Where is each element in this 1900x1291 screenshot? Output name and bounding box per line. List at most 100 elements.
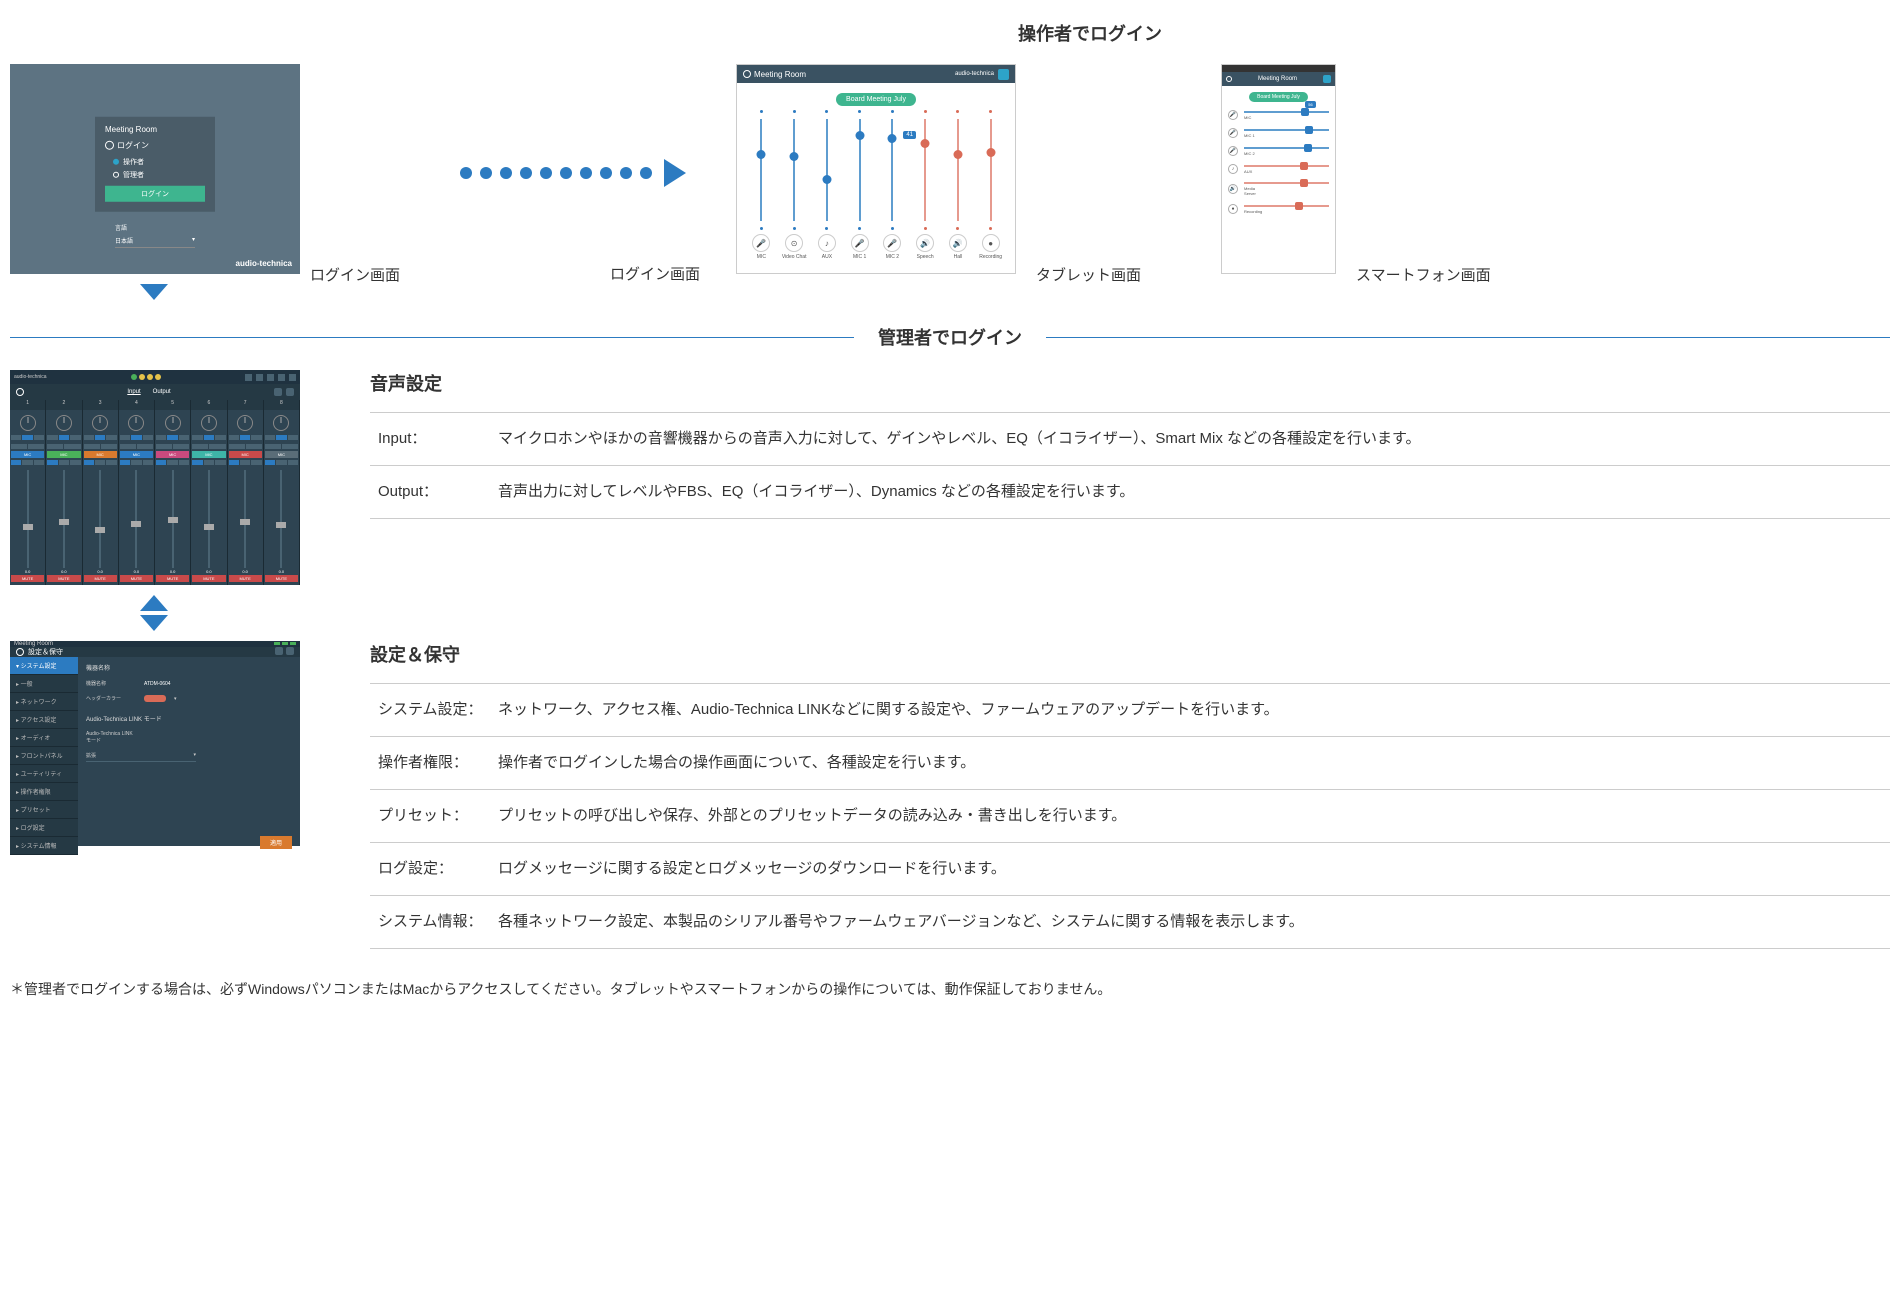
link-mode-select[interactable]: 拡張▾ [86, 750, 196, 762]
radio-admin[interactable]: 管理者 [113, 170, 205, 180]
channel-strip[interactable]: MIC0.0MUTE [10, 410, 46, 585]
audio-settings-title: 音声設定 [370, 370, 1890, 396]
settings-column: Meeting Room 設定＆保守 ▾ システム設定▸ 一般▸ ネットワーク▸… [10, 641, 300, 846]
user-icon[interactable] [1323, 75, 1331, 83]
channel-slider[interactable] [748, 110, 774, 230]
login-button[interactable]: ログイン [105, 186, 205, 202]
fader[interactable] [229, 470, 262, 568]
fader[interactable] [192, 470, 225, 568]
channel-slider[interactable] [978, 110, 1004, 230]
channel-icon[interactable]: 🔊 [949, 234, 967, 252]
user-icon[interactable] [286, 388, 294, 396]
channel-icon: 🎤 [1228, 128, 1238, 138]
gain-knob[interactable] [201, 415, 217, 431]
language-select[interactable]: 言語 日本語▾ [115, 223, 195, 248]
value-badge: 56 [1305, 101, 1315, 108]
sidebar-item[interactable]: ▸ ネットワーク [10, 693, 78, 711]
channel-icon[interactable]: ⊙ [785, 234, 803, 252]
gain-knob[interactable] [237, 415, 253, 431]
logo-icon [16, 648, 24, 656]
fader[interactable] [120, 470, 153, 568]
gain-knob[interactable] [20, 415, 36, 431]
channel-tag: MIC [11, 451, 44, 458]
channel-icon[interactable]: 🎤 [752, 234, 770, 252]
row-key: Input： [378, 427, 498, 451]
channel-slider[interactable]: 41 [879, 110, 905, 230]
table-row: システム設定：ネットワーク、アクセス権、Audio-Technica LINKな… [370, 684, 1890, 737]
mixer-icon[interactable] [275, 647, 283, 655]
user-icon[interactable] [998, 69, 1009, 80]
gain-knob[interactable] [273, 415, 289, 431]
sidebar-item[interactable]: ▸ オーディオ [10, 729, 78, 747]
tab-input[interactable]: Input [127, 389, 140, 395]
mixer-column: audio-technica Input Output 12345678 MIC… [10, 370, 300, 641]
channel-icon[interactable]: 🔊 [916, 234, 934, 252]
channel-icon[interactable]: 🎤 [851, 234, 869, 252]
channel-slider-h[interactable]: 🔊Media Server [1228, 182, 1329, 196]
fader[interactable] [11, 470, 44, 568]
channel-slider[interactable] [781, 110, 807, 230]
channel-strip[interactable]: MIC0.0MUTE [264, 410, 300, 585]
tab-output[interactable]: Output [153, 389, 171, 395]
radio-operator[interactable]: 操作者 [113, 157, 205, 167]
channel-slider-h[interactable]: 🎤56MIC [1228, 110, 1329, 120]
sidebar-item[interactable]: ▾ システム設定 [10, 657, 78, 675]
channel-strip[interactable]: MIC0.0MUTE [191, 410, 227, 585]
channel-icon[interactable]: ♪ [818, 234, 836, 252]
channel-slider[interactable] [814, 110, 840, 230]
channel-strip[interactable]: MIC0.0MUTE [155, 410, 191, 585]
mute-button[interactable]: MUTE [156, 575, 189, 582]
channel-strip[interactable]: MIC0.0MUTE [119, 410, 155, 585]
down-arrow-icon [140, 284, 168, 300]
channel-slider[interactable] [847, 110, 873, 230]
mute-button[interactable]: MUTE [229, 575, 262, 582]
channel-slider-h[interactable]: 🎤MIC 1 [1228, 128, 1329, 138]
apply-button[interactable]: 適用 [260, 836, 292, 849]
user-icon[interactable] [286, 647, 294, 655]
sidebar-item[interactable]: ▸ アクセス設定 [10, 711, 78, 729]
channel-strip[interactable]: MIC0.0MUTE [83, 410, 119, 585]
channel-tag: MIC [192, 451, 225, 458]
table-row: 操作者権限：操作者でログインした場合の操作画面について、各種設定を行います。 [370, 737, 1890, 790]
gain-knob[interactable] [128, 415, 144, 431]
sidebar-item[interactable]: ▸ システム情報 [10, 837, 78, 855]
sidebar-item[interactable]: ▸ フロントパネル [10, 747, 78, 765]
mixer-tabs: Input Output [10, 384, 300, 400]
table-row: Input：マイクロホンやほかの音響機器からの音声入力に対して、ゲインやレベル、… [370, 413, 1890, 466]
sidebar-item[interactable]: ▸ 操作者権限 [10, 783, 78, 801]
row-value: プリセットの呼び出しや保存、外部とのプリセットデータの読み込み・書き出しを行いま… [498, 804, 1126, 828]
channel-slider[interactable] [912, 110, 938, 230]
gain-knob[interactable] [56, 415, 72, 431]
mute-button[interactable]: MUTE [120, 575, 153, 582]
row-value: ログメッセージに関する設定とログメッセージのダウンロードを行います。 [498, 857, 1006, 881]
channel-icon[interactable]: 🎤 [883, 234, 901, 252]
channel-label: Media Server [1244, 186, 1262, 196]
channel-icon[interactable]: ● [982, 234, 1000, 252]
fader[interactable] [265, 470, 298, 568]
preset-chip[interactable]: Board Meeting July [1249, 92, 1308, 102]
sidebar-item[interactable]: ▸ プリセット [10, 801, 78, 819]
channel-slider-h[interactable]: ♪AUX [1228, 164, 1329, 174]
sidebar-item[interactable]: ▸ ログ設定 [10, 819, 78, 837]
channel-strip[interactable]: MIC0.0MUTE [228, 410, 264, 585]
channel-strip[interactable]: MIC0.0MUTE [46, 410, 82, 585]
gear-icon[interactable] [274, 388, 282, 396]
gain-knob[interactable] [165, 415, 181, 431]
channel-slider-h[interactable]: 🎤MIC 2 [1228, 146, 1329, 156]
fader[interactable] [156, 470, 189, 568]
channel-slider[interactable] [945, 110, 971, 230]
color-swatch[interactable] [144, 695, 166, 702]
mute-button[interactable]: MUTE [47, 575, 80, 582]
mute-button[interactable]: MUTE [84, 575, 117, 582]
gain-knob[interactable] [92, 415, 108, 431]
mute-button[interactable]: MUTE [265, 575, 298, 582]
preset-chip[interactable]: Board Meeting July [836, 93, 916, 106]
sidebar-item[interactable]: ▸ 一般 [10, 675, 78, 693]
sidebar-item[interactable]: ▸ ユーティリティ [10, 765, 78, 783]
channel-slider-h[interactable]: ●Recording [1228, 204, 1329, 214]
chevron-down-icon: ▾ [193, 752, 196, 759]
mute-button[interactable]: MUTE [192, 575, 225, 582]
fader[interactable] [47, 470, 80, 568]
mute-button[interactable]: MUTE [11, 575, 44, 582]
fader[interactable] [84, 470, 117, 568]
